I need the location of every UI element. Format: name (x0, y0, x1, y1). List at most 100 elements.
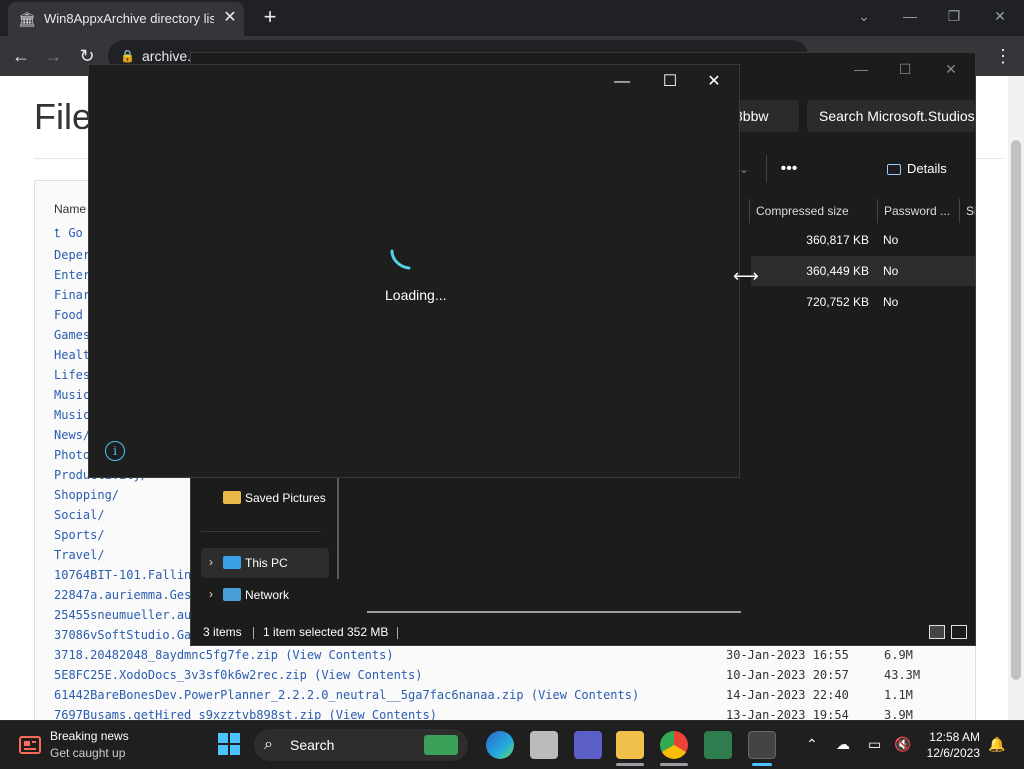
file-size: 3.9M (884, 708, 913, 720)
file-row[interactable]: 360,817 KB No (751, 225, 975, 255)
browser-tab[interactable]: 🏛 Win8AppxArchive directory listin ✕ (8, 2, 244, 36)
menu-kebab-icon[interactable]: ⋮ (990, 44, 1016, 68)
dir-link[interactable]: Healt (54, 348, 90, 362)
tab-title: Win8AppxArchive directory listin (44, 11, 214, 26)
status-bar: 3 items 1 item selected 352 MB (191, 619, 975, 645)
dialog-maximize-button[interactable]: ☐ (655, 73, 685, 91)
file-link[interactable]: 5E8FC25E.XodoDocs_3v3sf0k6w2rec.zip (54, 668, 307, 682)
nav-item-this-pc[interactable]: › This PC (201, 548, 329, 578)
file-date: 10-Jan-2023 20:57 (726, 668, 849, 682)
cloud-icon[interactable]: ☁ (836, 735, 850, 753)
dialog-minimize-button[interactable]: — (607, 73, 637, 91)
column-header-size[interactable]: Si (959, 199, 975, 223)
view-contents-link[interactable]: View Contents (538, 688, 632, 702)
nav-item-saved-pictures[interactable]: Saved Pictures (201, 483, 329, 513)
new-tab-button[interactable]: + (258, 6, 282, 30)
chevron-up-icon[interactable]: ⌃ (806, 735, 818, 753)
search-label: Search (290, 737, 335, 753)
dialog-close-button[interactable]: ✕ (699, 73, 729, 91)
display-icon[interactable]: ▭ (868, 735, 881, 753)
explorer-close-button[interactable]: ✕ (937, 59, 965, 79)
chevron-right-icon[interactable]: › (209, 555, 213, 569)
file-row-selected[interactable]: 360,449 KB No (751, 256, 975, 286)
dir-link[interactable]: Games (54, 328, 90, 342)
file-link[interactable]: 22847a.auriemma.Ges (54, 588, 191, 602)
view-contents-link[interactable]: View Contents (292, 648, 386, 662)
selection-count: 1 item selected (263, 625, 344, 639)
chrome-icon[interactable] (660, 731, 688, 759)
file-row[interactable]: 720,752 KB No (751, 287, 975, 317)
clock-date[interactable]: 12/6/2023 (924, 746, 980, 760)
see-more-button[interactable]: ••• (777, 157, 801, 181)
file-link[interactable]: 37086vSoftStudio.Ga (54, 628, 191, 642)
explorer-maximize-button[interactable]: ☐ (891, 59, 919, 79)
notification-bell-icon[interactable]: 🔔 (988, 735, 1005, 753)
view-contents-link[interactable]: View Contents (321, 668, 415, 682)
start-button[interactable] (218, 733, 240, 755)
dir-link[interactable]: Lifes (54, 368, 90, 382)
details-pane-button[interactable]: Details (887, 157, 967, 181)
task-view-icon[interactable] (530, 731, 558, 759)
teams-icon[interactable] (574, 731, 602, 759)
chevron-right-icon[interactable]: › (209, 587, 213, 601)
compressed-size: 360,449 KB (806, 264, 869, 278)
view-contents-link[interactable]: View Contents (336, 708, 430, 720)
dir-link[interactable]: Shopping/ (54, 488, 119, 502)
clock-time[interactable]: 12:58 AM (924, 730, 980, 744)
page-scroll-thumb[interactable] (1011, 140, 1021, 680)
dir-link[interactable]: Enter (54, 268, 90, 282)
nav-item-network[interactable]: › Network (201, 580, 329, 610)
chevron-down-icon[interactable]: ⌄ (739, 157, 749, 181)
lock-icon[interactable]: 🔒 (120, 47, 135, 65)
column-header-password[interactable]: Password ... (877, 199, 959, 223)
file-link[interactable]: 3718.20482048_8aydmnc5fg7fe.zip (54, 648, 278, 662)
dir-link[interactable]: Social/ (54, 508, 105, 522)
info-icon[interactable]: i (105, 441, 125, 461)
item-count: 3 items (203, 625, 242, 639)
explorer-search-input[interactable]: Search Microsoft.Studios. (807, 100, 975, 132)
tiles-view-icon[interactable] (951, 625, 967, 639)
file-date: 30-Jan-2023 16:55 (726, 648, 849, 662)
column-header-compressed-size[interactable]: Compressed size (749, 199, 877, 223)
selection-size: 352 MB (347, 625, 389, 639)
dir-link[interactable]: News/ (54, 428, 90, 442)
dir-link[interactable]: Music (54, 408, 90, 422)
dir-link[interactable]: Travel/ (54, 548, 105, 562)
tab-close-icon[interactable]: ✕ (220, 8, 240, 28)
minimize-button[interactable]: — (896, 4, 924, 28)
restore-button[interactable]: ❐ (940, 4, 968, 28)
back-icon[interactable]: ← (8, 44, 34, 68)
taskbar-search-box[interactable]: ⌕ Search (254, 729, 468, 761)
details-view-icon[interactable] (929, 625, 945, 639)
package-icon[interactable] (748, 731, 776, 759)
explorer-minimize-button[interactable]: — (847, 59, 875, 79)
nav-divider (201, 531, 321, 532)
file-link[interactable]: 7697Busams.getHired_s9xzztvb898st.zip (54, 708, 321, 720)
news-subtitle[interactable]: Get caught up (50, 746, 125, 760)
nav-label: Saved Pictures (245, 491, 326, 505)
news-widget-icon[interactable] (18, 733, 42, 757)
edge-beta-icon[interactable] (486, 731, 514, 759)
file-link[interactable]: 25455sneumueller.au (54, 608, 191, 622)
column-header-name[interactable]: Name (54, 202, 86, 216)
file-explorer-icon[interactable] (616, 731, 644, 759)
app-installer-icon[interactable] (704, 731, 732, 759)
forward-icon[interactable]: → (40, 44, 66, 68)
dir-link[interactable]: Deper (54, 248, 90, 262)
dir-link[interactable]: Music (54, 388, 90, 402)
tab-search-icon[interactable]: ⌄ (850, 4, 878, 28)
file-link[interactable]: 10764BIT-101.Fallin (54, 568, 191, 582)
dir-link[interactable]: Photo (54, 448, 90, 462)
close-window-button[interactable]: ✕ (986, 4, 1014, 28)
parent-directory-link[interactable]: ⮤ Go (54, 226, 83, 241)
windows-logo-icon (218, 733, 240, 755)
dir-link[interactable]: Finar (54, 288, 90, 302)
dir-link[interactable]: Sports/ (54, 528, 105, 542)
volume-muted-icon[interactable]: 🔇 (894, 735, 911, 753)
horizontal-scrollbar[interactable] (367, 611, 741, 613)
dir-link[interactable]: Food (54, 308, 83, 322)
file-row: 7697Busams.getHired_s9xzztvb898st.zip (V… (54, 708, 437, 720)
news-title[interactable]: Breaking news (50, 729, 129, 743)
password-flag: No (883, 295, 899, 309)
file-link[interactable]: 61442BareBonesDev.PowerPlanner_2.2.2.0_n… (54, 688, 524, 702)
